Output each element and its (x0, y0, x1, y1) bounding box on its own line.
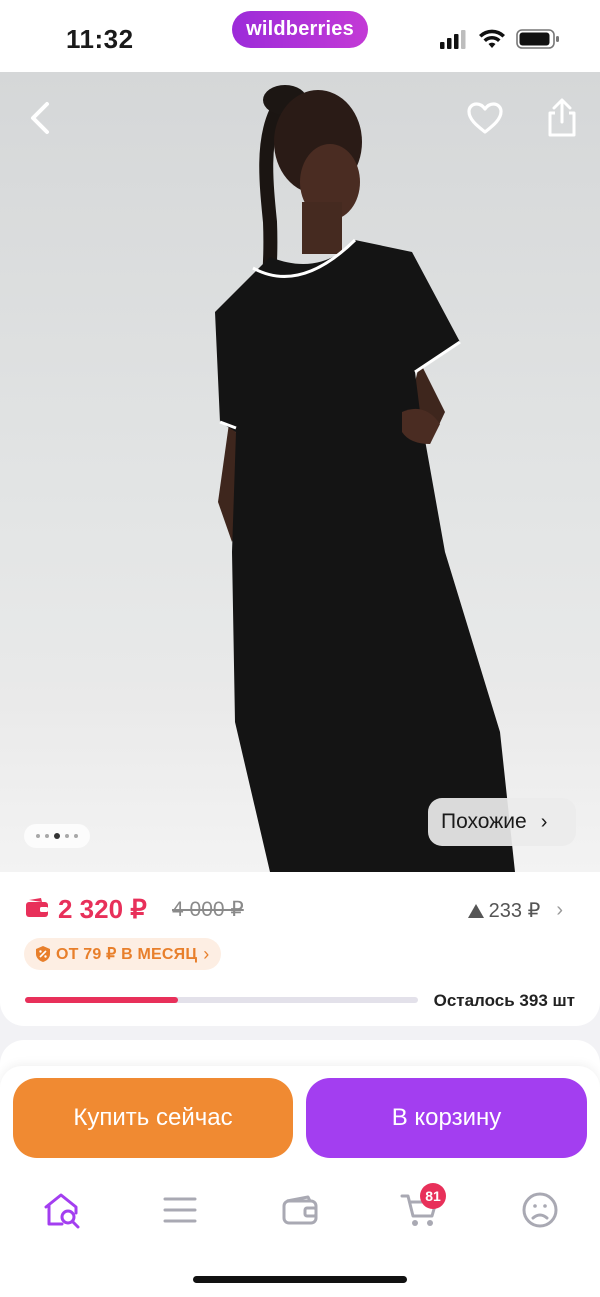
shield-percent-icon (36, 946, 50, 962)
back-button[interactable] (22, 100, 58, 136)
similar-products-button[interactable]: Похожие › (428, 798, 576, 846)
home-search-icon (44, 1193, 80, 1229)
battery-icon (516, 29, 559, 49)
status-icons (440, 28, 560, 50)
cellular-signal-icon (440, 30, 466, 49)
tab-catalog[interactable] (156, 1186, 204, 1234)
clock: 11:32 (66, 24, 134, 54)
gallery-dot[interactable] (45, 834, 49, 838)
price-history-link[interactable]: 233 ₽ › (467, 898, 563, 923)
chevron-right-icon: › (203, 943, 210, 964)
add-to-cart-button[interactable]: В корзину (306, 1078, 587, 1158)
product-photo (215, 85, 515, 872)
home-indicator (193, 1276, 407, 1283)
cart-count-badge: 81 (420, 1183, 446, 1209)
status-bar: 11:32 wildberries (0, 0, 600, 72)
heart-icon (467, 102, 503, 134)
current-price: 2 320 ₽ (58, 894, 147, 924)
share-button[interactable] (542, 96, 582, 140)
brand-logo: wildberries (232, 11, 368, 48)
chevron-right-icon: › (540, 810, 548, 833)
bottom-action-panel: Купить сейчас В корзину 81 (0, 1066, 600, 1297)
stock-progress-fill (25, 997, 179, 1003)
wallet-price-icon (26, 898, 48, 917)
wifi-icon (479, 29, 505, 48)
triangle-up-icon (467, 903, 484, 918)
installment-label: ОТ 79 ₽ В МЕСЯЦ (56, 946, 198, 963)
favorite-button[interactable] (464, 98, 506, 138)
tab-wallet[interactable] (276, 1186, 324, 1234)
tab-home[interactable] (38, 1186, 86, 1234)
gallery-dot[interactable] (65, 834, 69, 838)
gallery-dot[interactable] (36, 834, 40, 838)
gallery-dot-active[interactable] (54, 833, 60, 839)
buy-now-button[interactable]: Купить сейчас (13, 1078, 293, 1158)
price-card: 2 320 ₽ 4 000 ₽ 233 ₽ › ОТ 79 ₽ В МЕСЯЦ … (0, 872, 600, 1026)
chevron-right-icon: › (556, 899, 563, 921)
wallet-icon (282, 1195, 318, 1225)
tab-cart[interactable]: 81 (396, 1183, 446, 1234)
gallery-pagination-dots (24, 824, 90, 848)
similar-products-label: Похожие (441, 810, 527, 833)
product-image-gallery[interactable]: Похожие › (0, 72, 600, 872)
price-history-value: 233 ₽ (488, 900, 541, 922)
menu-icon (163, 1197, 197, 1223)
tab-profile[interactable] (516, 1186, 564, 1234)
stock-remaining: Осталось 393 шт (433, 991, 575, 1010)
old-price: 4 000 ₽ (172, 898, 244, 921)
gallery-dot[interactable] (74, 834, 78, 838)
profile-icon (522, 1192, 558, 1228)
share-icon (548, 98, 576, 137)
chevron-left-icon (31, 102, 49, 134)
stock-progress-bar (25, 997, 418, 1003)
installment-badge[interactable]: ОТ 79 ₽ В МЕСЯЦ › (24, 938, 222, 970)
